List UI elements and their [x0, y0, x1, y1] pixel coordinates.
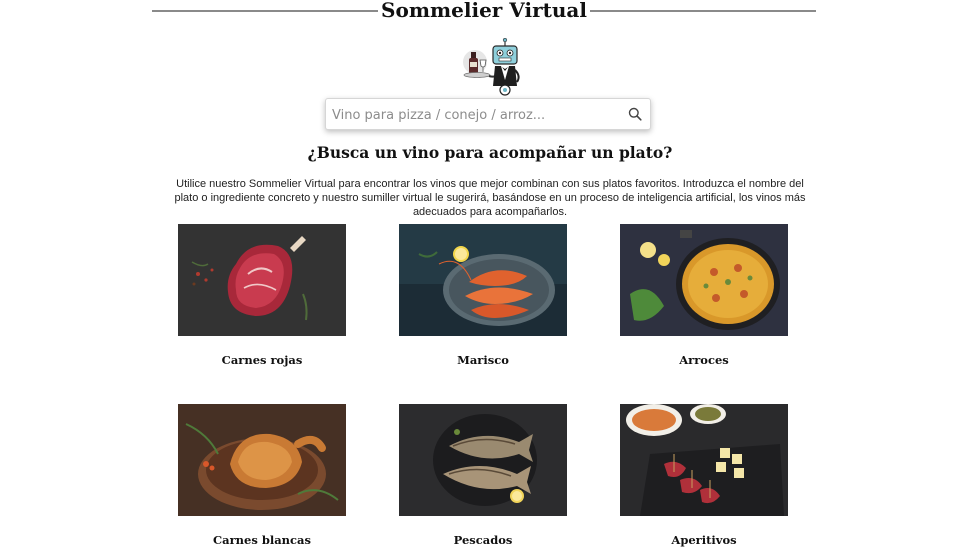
category-card-arroces[interactable]: Arroces: [620, 224, 788, 367]
robot-waiter-icon: [455, 37, 529, 96]
paella-pan-photo[interactable]: [620, 224, 788, 336]
category-label[interactable]: Carnes blancas: [178, 533, 346, 547]
category-label[interactable]: Aperitivos: [620, 533, 788, 547]
category-label[interactable]: Pescados: [399, 533, 567, 547]
intro-text: Utilice nuestro Sommelier Virtual para e…: [174, 178, 806, 218]
search-input[interactable]: [332, 103, 622, 127]
header-divider-left: [152, 10, 378, 12]
page-header: Sommelier Virtual: [0, 0, 980, 24]
category-label[interactable]: Carnes rojas: [178, 353, 346, 367]
category-card-pescados[interactable]: Pescados: [399, 404, 567, 547]
tapas-board-photo[interactable]: [620, 404, 788, 516]
category-card-carnes-blancas[interactable]: Carnes blancas: [178, 404, 346, 547]
category-label[interactable]: Arroces: [620, 353, 788, 367]
raw-steak-photo[interactable]: [178, 224, 346, 336]
roast-chicken-photo[interactable]: [178, 404, 346, 516]
page-title: Sommelier Virtual: [381, 0, 587, 22]
section-heading: ¿Busca un vino para acompañar un plato?: [307, 143, 673, 162]
category-card-marisco[interactable]: Marisco: [399, 224, 567, 367]
prawns-platter-photo[interactable]: [399, 224, 567, 336]
header-divider-right: [590, 10, 816, 12]
category-card-aperitivos[interactable]: Aperitivos: [620, 404, 788, 547]
category-card-carnes-rojas[interactable]: Carnes rojas: [178, 224, 346, 367]
search-icon[interactable]: [628, 107, 642, 121]
search-box[interactable]: [325, 98, 651, 130]
category-label[interactable]: Marisco: [399, 353, 567, 367]
grilled-fish-photo[interactable]: [399, 404, 567, 516]
